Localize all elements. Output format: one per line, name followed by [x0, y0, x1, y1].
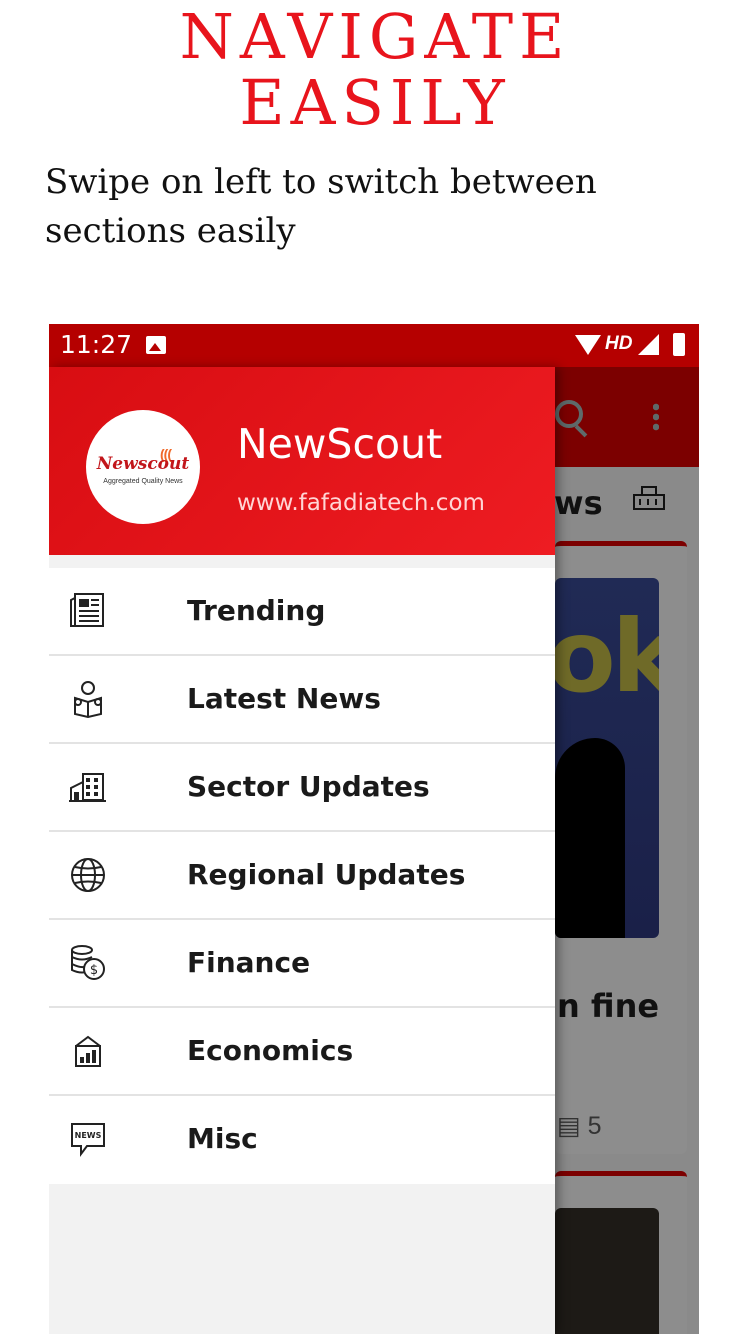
menu-label: Misc [187, 1122, 258, 1155]
news-image-text: ok [555, 598, 659, 715]
reader-icon [69, 680, 107, 718]
menu-item-sector-updates[interactable]: Sector Updates [49, 744, 555, 832]
logo-text: Newscout [96, 454, 190, 474]
svg-text:NEWS: NEWS [75, 1131, 102, 1140]
globe-icon [69, 856, 107, 894]
battery-icon [673, 333, 685, 356]
newspaper-icon [69, 592, 107, 630]
chart-house-icon [69, 1032, 107, 1070]
menu-label: Latest News [187, 682, 381, 715]
menu-item-finance[interactable]: $ Finance [49, 920, 555, 1008]
menu-label: Regional Updates [187, 858, 466, 891]
logo-tagline: Aggregated Quality News [103, 478, 183, 485]
more-options-icon[interactable] [653, 402, 659, 432]
promo-subtitle: Swipe on left to switch between sections… [45, 162, 597, 251]
signal-icon [638, 334, 659, 355]
promo-headline: NAVIGATE EASILY [0, 4, 750, 136]
image-icon [146, 336, 166, 354]
menu-label: Finance [187, 946, 311, 979]
factory-icon [69, 768, 107, 806]
news-image-2[interactable] [555, 1208, 659, 1334]
drawer-header: ((( Newscout Aggregated Quality News New… [49, 367, 555, 555]
tab-latest-news[interactable]: ws [554, 484, 603, 522]
headline-line-2: EASILY [239, 66, 511, 139]
source-icon: ▤ [557, 1112, 581, 1140]
drawer-menu: Trending Latest News Sector Updates Regi… [49, 568, 555, 1184]
menu-label: Sector Updates [187, 770, 430, 803]
headline-line-1: NAVIGATE [179, 0, 571, 73]
status-time: 11:27 [60, 330, 133, 359]
status-bar: 11:27 HD [49, 324, 699, 367]
coins-icon: $ [69, 944, 107, 982]
navigation-drawer: ((( Newscout Aggregated Quality News New… [49, 367, 555, 1334]
silhouette [555, 738, 625, 938]
menu-item-economics[interactable]: Economics [49, 1008, 555, 1096]
network-type: HD [605, 333, 633, 354]
news-headline[interactable]: n fine [557, 987, 659, 1025]
app-name: NewScout [237, 420, 443, 468]
phone-screen: 11:27 HD ws ok n fine ▤ 5 (((Newscout A… [49, 324, 699, 1334]
menu-item-misc[interactable]: NEWS Misc [49, 1096, 555, 1184]
app-logo: ((( Newscout Aggregated Quality News [86, 410, 200, 524]
menu-label: Economics [187, 1034, 354, 1067]
app-website[interactable]: www.fafadiatech.com [237, 490, 485, 516]
news-image[interactable]: ok [555, 578, 659, 938]
card-footer: ▤ 5 [557, 1111, 601, 1141]
menu-label: Trending [187, 594, 326, 627]
card-count: 5 [587, 1112, 602, 1140]
news-bubble-icon: NEWS [69, 1120, 107, 1158]
search-icon[interactable] [555, 400, 583, 428]
factory-icon[interactable] [632, 485, 666, 518]
menu-item-trending[interactable]: Trending [49, 568, 555, 656]
menu-item-latest-news[interactable]: Latest News [49, 656, 555, 744]
wifi-icon [575, 335, 601, 355]
svg-text:$: $ [90, 963, 98, 978]
menu-item-regional-updates[interactable]: Regional Updates [49, 832, 555, 920]
